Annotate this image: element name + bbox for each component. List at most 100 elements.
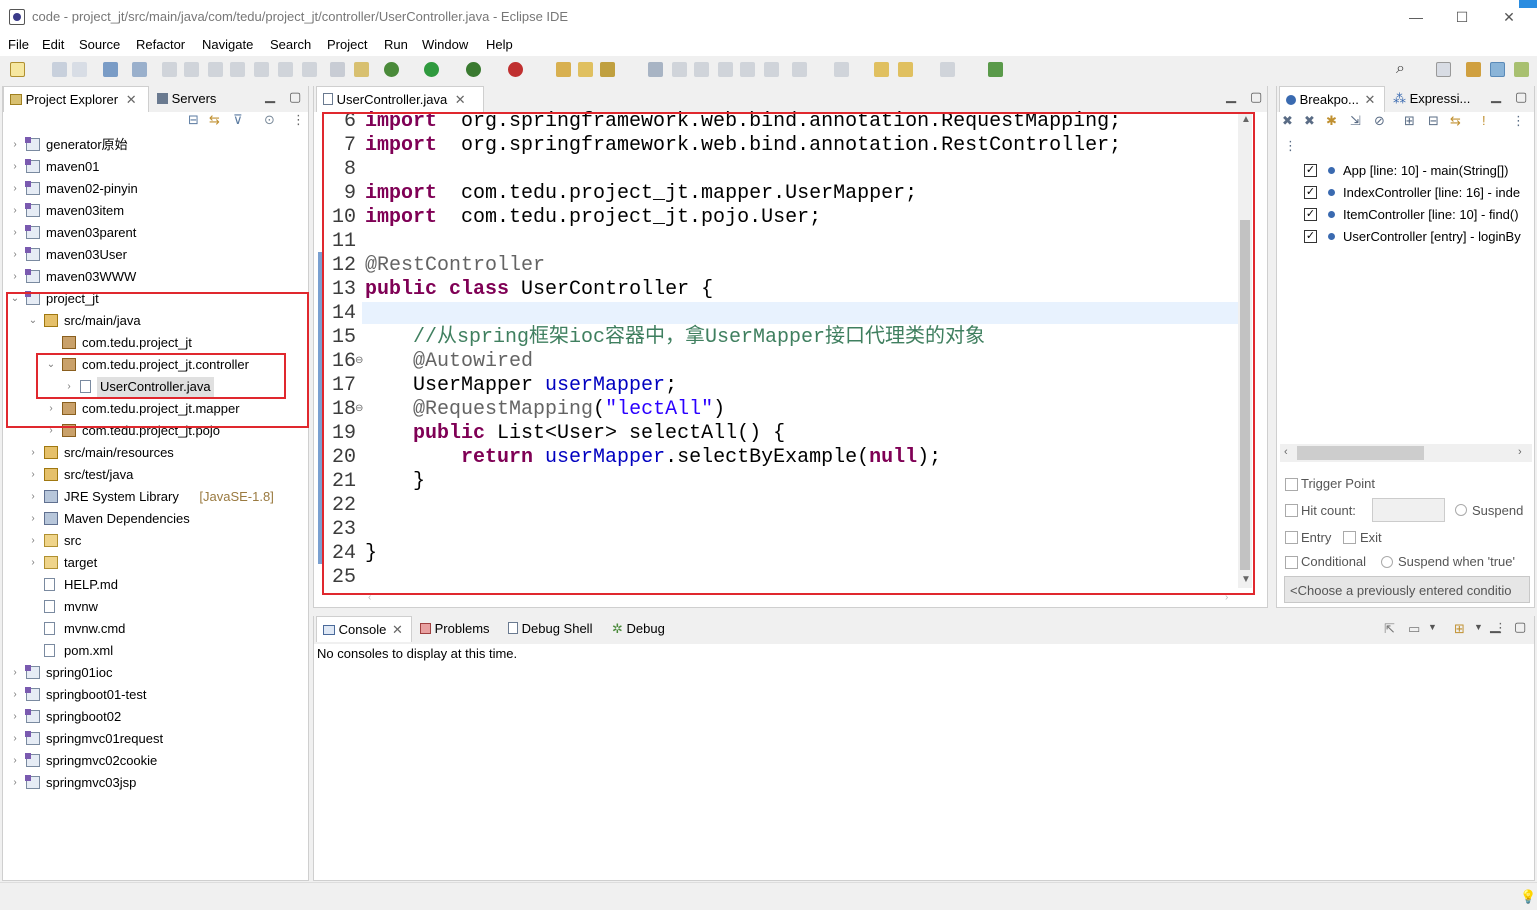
go-to-file-icon[interactable]: ⇲ <box>1350 113 1361 129</box>
pin-console-icon[interactable]: ⇱ <box>1384 621 1395 637</box>
conditional-checkbox[interactable] <box>1285 556 1298 569</box>
display-console-icon[interactable]: ▭ <box>1408 621 1420 637</box>
breakpoints-scroll-thumb[interactable] <box>1297 446 1424 460</box>
breakpoint-enabled-checkbox[interactable]: ✓ <box>1304 208 1317 221</box>
chevron-down-icon[interactable]: ▼ <box>1474 622 1483 632</box>
tab-servers[interactable]: Servers <box>151 86 222 112</box>
tree-item[interactable]: › springmvc03jsp <box>0 772 306 794</box>
condition-dropdown[interactable]: <Choose a previously entered conditio <box>1284 576 1530 603</box>
debug-icon[interactable] <box>384 62 399 77</box>
java-perspective-icon[interactable] <box>1514 62 1529 77</box>
toggle-mark-icon[interactable] <box>672 62 687 77</box>
save-all-icon[interactable] <box>72 62 87 77</box>
new-java-project-icon[interactable] <box>556 62 571 77</box>
menu-source[interactable]: Source <box>79 37 120 52</box>
tree-item[interactable]: › springmvc02cookie <box>0 750 306 772</box>
skip-all-breakpoints-icon[interactable]: ⊘ <box>1374 113 1385 129</box>
hit-count-input[interactable] <box>1372 498 1445 522</box>
toggle-word-wrap-icon[interactable] <box>694 62 709 77</box>
chevron-right-icon[interactable]: › <box>10 706 20 728</box>
tree-item[interactable]: › springboot02 <box>0 706 306 728</box>
breakpoint-item[interactable]: ✓ UserController [entry] - loginBy <box>1300 226 1534 248</box>
tab-console[interactable]: Console ✕ <box>316 616 412 642</box>
terminal-icon[interactable] <box>103 62 118 77</box>
save-icon[interactable] <box>52 62 67 77</box>
tab-project-explorer[interactable]: Project Explorer ✕ <box>3 86 149 112</box>
close-icon[interactable]: ✕ <box>126 92 137 107</box>
previous-annotation-icon[interactable] <box>834 62 849 77</box>
run-icon[interactable] <box>424 62 439 77</box>
breakpoint-item[interactable]: ✓ ItemController [line: 10] - find() <box>1300 204 1534 226</box>
forward-icon[interactable] <box>940 62 955 77</box>
tree-item[interactable]: pom.xml <box>0 640 306 662</box>
remove-icon[interactable]: ✖ <box>1282 113 1293 129</box>
suspend-icon[interactable] <box>184 62 199 77</box>
suspend-radio[interactable] <box>1455 504 1467 516</box>
menu-navigate[interactable]: Navigate <box>202 37 253 52</box>
breakpoint-enabled-checkbox[interactable]: ✓ <box>1304 230 1317 243</box>
menu-help[interactable]: Help <box>486 37 513 52</box>
tab-problems[interactable]: Problems <box>414 616 496 642</box>
exit-checkbox[interactable] <box>1343 531 1356 544</box>
menu-refactor[interactable]: Refactor <box>136 37 185 52</box>
breakpoint-item[interactable]: ✓ App [line: 10] - main(String[]) <box>1300 160 1534 182</box>
expand-all-icon[interactable]: ⊞ <box>1404 113 1415 129</box>
tree-item[interactable]: › spring01ioc <box>0 662 306 684</box>
menu-project[interactable]: Project <box>327 37 367 52</box>
chevron-right-icon[interactable]: › <box>10 772 20 794</box>
step-over-icon[interactable] <box>278 62 293 77</box>
scroll-right-icon[interactable]: › <box>1518 446 1522 458</box>
trigger-point-checkbox[interactable] <box>1285 478 1298 491</box>
open-perspective-icon[interactable] <box>1436 62 1451 77</box>
menu-search[interactable]: Search <box>270 37 311 52</box>
search-icon[interactable]: ⌕ <box>1396 60 1405 78</box>
close-icon[interactable]: ✕ <box>392 622 403 637</box>
tree-item[interactable]: mvnw <box>0 596 306 618</box>
minimize-view-icon[interactable]: ▁ <box>265 88 275 104</box>
breakpoint-enabled-checkbox[interactable]: ✓ <box>1304 164 1317 177</box>
close-icon[interactable]: ✕ <box>455 92 466 107</box>
disconnect-icon[interactable] <box>230 62 245 77</box>
breakpoint-item[interactable]: ✓ IndexController [line: 16] - inde <box>1300 182 1534 204</box>
close-icon[interactable]: ✕ <box>1365 92 1376 107</box>
chevron-right-icon[interactable]: › <box>10 728 20 750</box>
resume-icon[interactable] <box>162 62 177 77</box>
remove-all-icon[interactable]: ✖ <box>1304 113 1315 129</box>
tip-lightbulb-icon[interactable]: 💡 <box>1520 889 1536 905</box>
minimize-editor-icon[interactable]: ▁ <box>1226 88 1236 104</box>
search-tools-icon[interactable] <box>600 62 615 77</box>
chevron-right-icon[interactable]: › <box>10 684 20 706</box>
menu-edit[interactable]: Edit <box>42 37 64 52</box>
link-with-debug-view-icon[interactable]: ⇆ <box>1450 113 1461 129</box>
menu-window[interactable]: Window <box>422 37 468 52</box>
show-whitespace-icon[interactable] <box>740 62 755 77</box>
import-breakpoints-icon[interactable]: ! <box>1482 113 1486 128</box>
toggle-block-selection-icon[interactable] <box>718 62 733 77</box>
last-edit-location-icon[interactable] <box>874 62 889 77</box>
maximize-console-icon[interactable]: ▢ <box>1514 619 1526 635</box>
tree-item[interactable]: mvnw.cmd <box>0 618 306 640</box>
java-ee-perspective-icon[interactable] <box>1466 62 1481 77</box>
open-type-icon[interactable] <box>578 62 593 77</box>
pin-editor-icon[interactable] <box>988 62 1003 77</box>
suspend-when-true-radio[interactable] <box>1381 556 1393 568</box>
coverage-icon[interactable] <box>466 62 481 77</box>
open-console-icon[interactable]: ⊞ <box>1454 621 1465 637</box>
tab-usercontroller-java[interactable]: UserController.java ✕ <box>316 86 484 112</box>
minimize-console-icon[interactable]: ▁ <box>1490 618 1500 634</box>
collapse-all-icon[interactable]: ⊟ <box>1428 113 1439 129</box>
run-external-tools-icon[interactable] <box>508 62 523 77</box>
step-into-icon[interactable] <box>254 62 269 77</box>
next-annotation-icon[interactable] <box>792 62 807 77</box>
paragraph-icon[interactable] <box>764 62 779 77</box>
menu-file[interactable]: File <box>8 37 29 52</box>
maximize-button[interactable]: ☐ <box>1439 4 1485 30</box>
show-breakpoints-icon[interactable]: ✱ <box>1326 113 1337 129</box>
maximize-view-icon[interactable]: ▢ <box>289 89 301 105</box>
tab-debug[interactable]: ✲ Debug <box>606 616 671 642</box>
minimize-view-icon[interactable]: ▁ <box>1491 88 1501 104</box>
chevron-right-icon[interactable]: › <box>10 662 20 684</box>
tab-breakpoints[interactable]: Breakpo... ✕ <box>1279 86 1385 112</box>
back-icon[interactable] <box>898 62 913 77</box>
scroll-left-icon[interactable]: ‹ <box>1284 446 1288 458</box>
